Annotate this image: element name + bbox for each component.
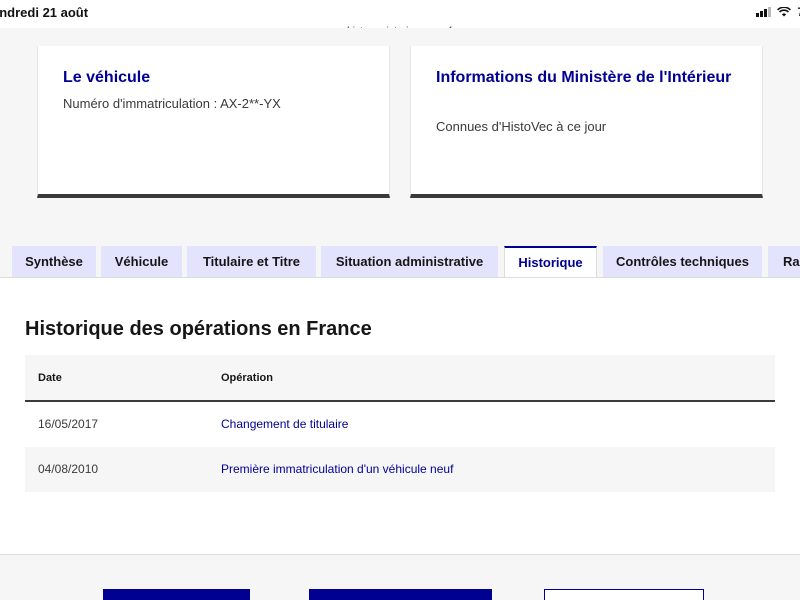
- history-title: Historique des opérations en France: [25, 318, 372, 340]
- row-date: 04/08/2010: [38, 462, 99, 476]
- action-buttons: [0, 589, 800, 600]
- tab-titulaire-et-titre[interactable]: Titulaire et Titre: [187, 246, 316, 278]
- table-row: 04/08/2010 Première immatriculation d'un…: [25, 447, 775, 492]
- vehicle-card-title: Le véhicule: [63, 69, 151, 86]
- tab-situation-administrative[interactable]: Situation administrative: [321, 246, 498, 278]
- tab-bar: Synthèse Véhicule Titulaire et Titre Sit…: [0, 246, 800, 278]
- outline-action-button[interactable]: [544, 589, 704, 600]
- secondary-primary-action-button[interactable]: [309, 589, 492, 600]
- tab-historique[interactable]: Historique: [504, 246, 597, 278]
- status-indicators: 7: [756, 5, 800, 19]
- table-row: 16/05/2017 Changement de titulaire: [25, 402, 775, 447]
- ministry-card-subtitle: Connues d'HistoVec à ce jour: [436, 119, 607, 134]
- wifi-icon: [777, 7, 792, 17]
- column-header-date: Date: [38, 372, 62, 384]
- tab-controles-techniques[interactable]: Contrôles techniques: [603, 246, 762, 278]
- row-operation: Première immatriculation d'un véhicule n…: [221, 462, 454, 476]
- tab-rapport[interactable]: Rap: [768, 246, 800, 278]
- row-operation: Changement de titulaire: [221, 417, 349, 431]
- ministry-card-title: Informations du Ministère de l'Intérieur: [436, 69, 732, 86]
- vehicle-card: Le véhicule Numéro d'immatriculation : A…: [37, 46, 390, 198]
- history-table: Date Opération 16/05/2017 Changement de …: [25, 355, 775, 492]
- registration-number: Numéro d'immatriculation : AX-2**-YX: [63, 96, 281, 111]
- summary-cards: Le véhicule Numéro d'immatriculation : A…: [0, 28, 800, 218]
- status-date: endredi 21 août: [0, 5, 89, 20]
- tab-synthese[interactable]: Synthèse: [12, 246, 96, 278]
- primary-action-button[interactable]: [103, 589, 250, 600]
- ministry-card: Informations du Ministère de l'Intérieur…: [410, 46, 763, 198]
- cellular-signal-icon: [756, 7, 772, 17]
- history-panel: Historique des opérations en France Date…: [0, 277, 800, 555]
- tab-vehicule[interactable]: Véhicule: [101, 246, 182, 278]
- table-header: Date Opération: [25, 355, 775, 402]
- column-header-operation: Opération: [221, 372, 273, 384]
- row-date: 16/05/2017: [38, 417, 99, 431]
